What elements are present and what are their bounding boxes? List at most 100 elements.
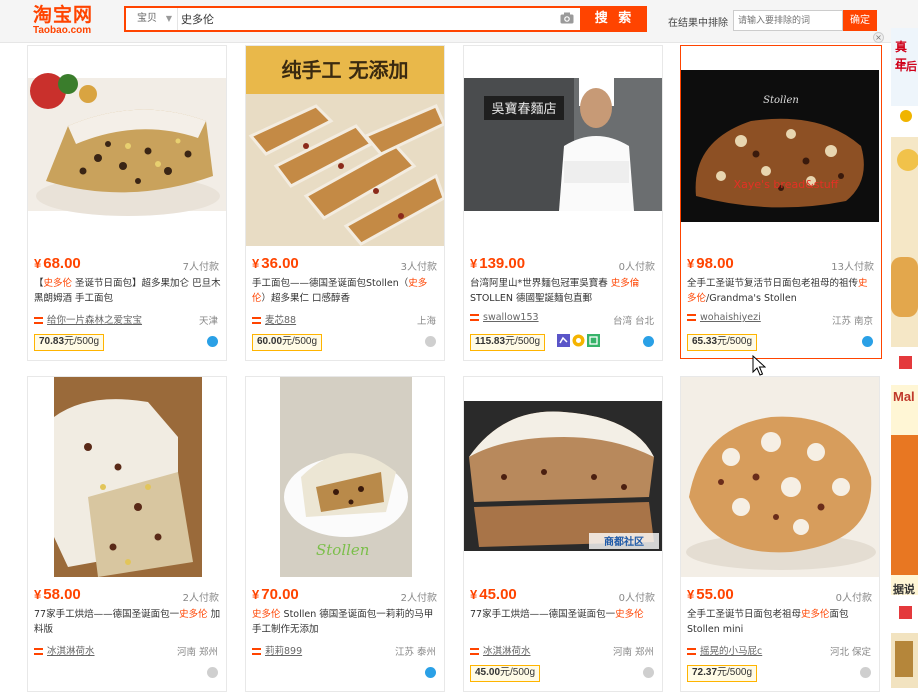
shop-link[interactable]: 给你一片森林之爱宝宝 xyxy=(34,312,142,326)
wangwang-chat-icon[interactable] xyxy=(207,667,218,678)
paid-count: 0人付款 xyxy=(835,593,872,604)
product-card[interactable]: 吳寶春麵店 ¥139.00 0人付款 台湾阿里山*世界麵包冠軍吳寶春 史多倫 S… xyxy=(463,45,663,361)
shop-location: 江苏 南京 xyxy=(831,316,873,327)
exclude-label: 在结果中排除 xyxy=(668,18,728,29)
product-title[interactable]: 【史多伦 圣诞节日面包】超多果加仑 巴旦木 黑朗姆酒 手工面包 xyxy=(34,276,222,308)
wangwang-chat-icon[interactable] xyxy=(860,667,871,678)
product-price: ¥139.00 xyxy=(470,255,526,272)
shop-location: 台湾 台北 xyxy=(612,316,654,327)
shop-icon xyxy=(252,648,261,655)
shop-icon xyxy=(470,314,479,321)
product-image[interactable] xyxy=(28,46,226,246)
product-image[interactable]: Stollen Xaye's bread&stuff xyxy=(681,46,879,246)
shop-link[interactable]: 麦芯88 xyxy=(252,312,296,326)
paid-count: 2人付款 xyxy=(400,593,437,604)
product-price: ¥68.00 xyxy=(34,255,81,272)
taobao-badge-icon[interactable] xyxy=(557,334,570,347)
product-image[interactable]: Stollen xyxy=(246,377,444,577)
product-title[interactable]: 77家手工烘焙——德国圣诞面包一史多伦 xyxy=(470,607,658,639)
shop-icon xyxy=(34,317,43,324)
product-card[interactable]: 商都社区 ¥45.00 0人付款 77家手工烘焙——德国圣诞面包一史多伦 冰淇淋… xyxy=(463,376,663,692)
side-ad-text: 据说 xyxy=(893,583,915,595)
paid-count: 0人付款 xyxy=(618,262,655,273)
wangwang-chat-icon[interactable] xyxy=(643,667,654,678)
search-category-select[interactable]: 宝贝 ▼ xyxy=(126,8,178,30)
gold-seller-icon[interactable] xyxy=(572,334,585,347)
image-watermark-text: 商都社区 xyxy=(604,535,644,548)
image-banner-text: 纯手工 无添加 xyxy=(282,58,409,82)
taobao-logo[interactable]: 淘宝网 Taobao.com xyxy=(33,5,113,37)
search-category-label: 宝贝 xyxy=(137,13,157,24)
wangwang-chat-icon[interactable] xyxy=(425,667,436,678)
chevron-down-icon: ▼ xyxy=(165,14,172,23)
shop-link[interactable]: 莉莉899 xyxy=(252,643,302,657)
shop-badge-icon xyxy=(899,606,912,619)
shop-link[interactable]: 摇晃的小马屁c xyxy=(687,643,762,657)
unit-price-badge: 45.00元/500g xyxy=(470,665,541,682)
product-image[interactable]: 商都社区 xyxy=(464,377,662,577)
guarantee-icon[interactable] xyxy=(587,334,600,347)
wangwang-chat-icon[interactable] xyxy=(425,336,436,347)
mouse-cursor-icon xyxy=(752,355,766,376)
image-label-text: Stollen xyxy=(763,95,799,106)
shop-badge-icon xyxy=(899,356,912,369)
search-button[interactable]: 搜 索 xyxy=(582,6,647,32)
top-search-bar: 淘宝网 Taobao.com 宝贝 ▼ 搜 索 在结果中排除 确定 xyxy=(0,0,918,43)
paid-count: 13人付款 xyxy=(831,262,874,273)
product-price: ¥58.00 xyxy=(34,586,81,603)
side-ad-text: 年后 xyxy=(895,60,917,73)
close-icon[interactable]: × xyxy=(873,32,884,43)
paid-count: 2人付款 xyxy=(182,593,219,604)
wangwang-chat-icon[interactable] xyxy=(207,336,218,347)
exclude-input[interactable] xyxy=(733,10,843,31)
shop-icon xyxy=(687,314,696,321)
shop-icon xyxy=(34,648,43,655)
shop-location: 河南 郑州 xyxy=(176,647,218,658)
product-price: ¥55.00 xyxy=(687,586,734,603)
product-card[interactable]: Stollen ¥70.00 2人付款 史多伦 Stollen 德国圣诞面包一莉… xyxy=(245,376,445,692)
product-image[interactable]: 纯手工 无添加 xyxy=(246,46,444,246)
side-ad-1[interactable]: 真正 年后 xyxy=(891,28,918,106)
shop-link[interactable]: swallow153 xyxy=(470,312,539,323)
product-image[interactable] xyxy=(681,377,879,577)
shop-link[interactable]: wohaishiyezi xyxy=(687,312,761,323)
product-image[interactable]: 吳寶春麵店 xyxy=(464,46,662,246)
search-box: 宝贝 ▼ xyxy=(124,6,582,32)
product-price: ¥70.00 xyxy=(252,586,299,603)
product-title[interactable]: 全手工圣诞节复活节日面包老祖母的祖传史多伦/Grandma's Stollen xyxy=(687,276,875,308)
product-title[interactable]: 手工面包——德国圣诞面包Stollen（史多伦）超多果仁 口感醇香 xyxy=(252,276,440,308)
logo-en: Taobao.com xyxy=(33,25,92,36)
shop-icon xyxy=(252,317,261,324)
product-card[interactable]: ¥55.00 0人付款 全手工圣诞节日面包老祖母史多伦面包 Stollen mi… xyxy=(680,376,880,692)
shop-link[interactable]: 冰淇淋荷水 xyxy=(34,643,95,657)
wangwang-chat-icon[interactable] xyxy=(643,336,654,347)
wangwang-chat-icon[interactable] xyxy=(862,336,873,347)
product-image[interactable] xyxy=(28,377,226,577)
camera-icon[interactable] xyxy=(560,12,574,24)
exclude-confirm-button[interactable]: 确定 xyxy=(843,10,877,31)
side-ad-3[interactable]: Mal 据说 xyxy=(891,385,918,595)
unit-price-badge: 70.83元/500g xyxy=(34,334,105,351)
logo-cn: 淘宝网 xyxy=(33,4,94,26)
shop-location: 河北 保定 xyxy=(829,647,871,658)
image-label-text: Stollen xyxy=(316,541,369,559)
search-input[interactable] xyxy=(181,10,551,28)
image-watermark-text: Xaye's bread&stuff xyxy=(734,178,839,191)
shop-location: 上海 xyxy=(416,316,436,327)
product-title[interactable]: 77家手工烘焙——德国圣诞面包一史多伦 加料版 xyxy=(34,607,222,639)
paid-count: 0人付款 xyxy=(618,593,655,604)
product-card[interactable]: Stollen Xaye's bread&stuff ¥98.00 13人付款 … xyxy=(680,45,882,359)
product-title[interactable]: 史多伦 Stollen 德国圣诞面包一莉莉的马甲手工制作无添加 xyxy=(252,607,440,639)
side-ad-2[interactable] xyxy=(891,137,918,347)
product-card[interactable]: ¥58.00 2人付款 77家手工烘焙——德国圣诞面包一史多伦 加料版 冰淇淋荷… xyxy=(27,376,227,692)
side-ad-4[interactable] xyxy=(891,633,918,688)
unit-price-badge: 72.37元/500g xyxy=(687,665,758,682)
product-title[interactable]: 台湾阿里山*世界麵包冠軍吳寶春 史多倫 STOLLEN 德國聖誕麵包直郵 xyxy=(470,276,658,308)
product-title[interactable]: 全手工圣诞节日面包老祖母史多伦面包 Stollen mini xyxy=(687,607,875,639)
shop-sign-text: 吳寶春麵店 xyxy=(491,101,556,117)
product-card[interactable]: ¥68.00 7人付款 【史多伦 圣诞节日面包】超多果加仑 巴旦木 黑朗姆酒 手… xyxy=(27,45,227,361)
product-card[interactable]: 纯手工 无添加 ¥36.00 3人付款 手工面包——德国圣诞面包Stollen（… xyxy=(245,45,445,361)
paid-count: 7人付款 xyxy=(182,262,219,273)
shop-link[interactable]: 冰淇淋荷水 xyxy=(470,643,531,657)
product-price: ¥45.00 xyxy=(470,586,517,603)
